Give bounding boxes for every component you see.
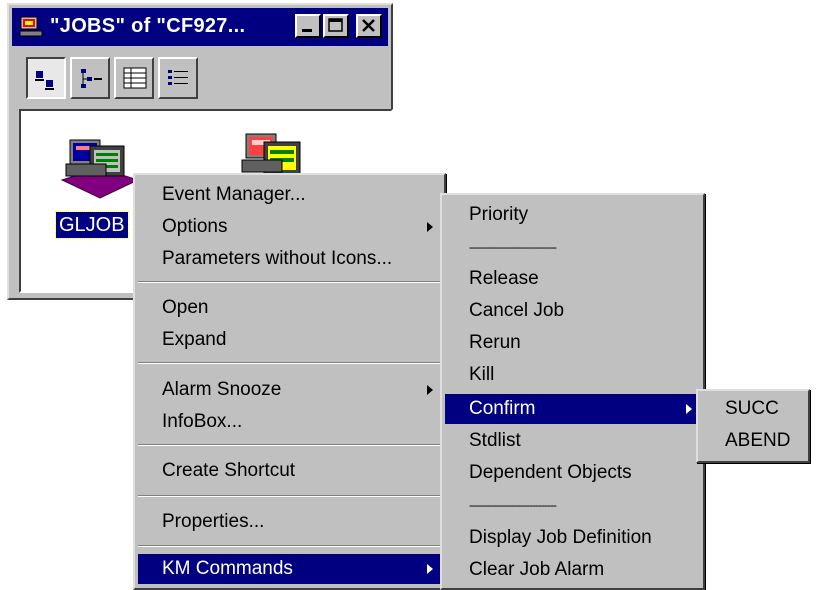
menu-item-label: Dependent Objects <box>469 462 632 483</box>
menu-item-label: SUCC <box>725 398 779 419</box>
menu-item-stdlist[interactable]: Stdlist <box>445 426 700 456</box>
menu-item-clear-job-alarm[interactable]: Clear Job Alarm <box>445 555 700 585</box>
context-menu: Event Manager... Options Parameters with… <box>133 173 446 590</box>
menu-item-label: Event Manager... <box>162 184 306 205</box>
menu-item-succ[interactable]: SUCC <box>701 394 805 424</box>
menu-item-label: Alarm Snooze <box>162 379 282 400</box>
dash-separator: ----------------------------- <box>469 240 557 254</box>
menu-item-label: InfoBox... <box>162 411 243 432</box>
submenu-arrow-icon <box>427 222 433 232</box>
menu-item-kill[interactable]: Kill <box>445 360 700 390</box>
small-icons-view-button[interactable] <box>70 57 110 99</box>
list-view-button[interactable] <box>114 57 154 99</box>
submenu-arrow-icon <box>427 564 433 574</box>
menu-item-label: Kill <box>469 364 495 385</box>
tree-view-icon <box>81 69 102 88</box>
menu-item-expand[interactable]: Expand <box>138 325 441 355</box>
menu-item-display-job-definition[interactable]: Display Job Definition <box>445 523 700 553</box>
job-label-gljob[interactable]: GLJOB <box>55 211 129 239</box>
menu-item-label: Parameters without Icons... <box>162 248 393 269</box>
menu-item-abend[interactable]: ABEND <box>701 426 805 456</box>
dash-separator: ----------------------------- <box>469 498 557 512</box>
menu-separator <box>138 545 441 547</box>
menu-item-priority[interactable]: Priority <box>445 200 700 230</box>
menu-item-label: Confirm <box>469 398 536 419</box>
menu-item-infobox[interactable]: InfoBox... <box>138 407 441 437</box>
menu-item-label: Clear Job Alarm <box>469 559 605 580</box>
menu-item-alarm-snooze[interactable]: Alarm Snooze <box>138 375 441 405</box>
menu-item-label: Priority <box>469 204 529 225</box>
job-icon-gljob[interactable] <box>60 132 142 209</box>
confirm-submenu: SUCC ABEND <box>696 389 810 463</box>
details-view-icon <box>168 70 188 85</box>
window-title: "JOBS" of "CF927... <box>50 15 246 37</box>
submenu-arrow-icon <box>427 385 433 395</box>
close-button[interactable] <box>356 14 382 38</box>
menu-separator <box>138 444 441 446</box>
menu-item-label: ABEND <box>725 430 791 451</box>
menu-item-label: Expand <box>162 329 227 350</box>
menu-item-confirm[interactable]: Confirm <box>445 394 700 424</box>
menu-item-label: Open <box>162 297 209 318</box>
menu-separator <box>138 495 441 497</box>
large-icons-view-button[interactable] <box>26 57 66 99</box>
menu-item-dependent-objects[interactable]: Dependent Objects <box>445 458 700 488</box>
menu-item-release[interactable]: Release <box>445 264 700 294</box>
menu-item-options[interactable]: Options <box>138 212 441 242</box>
menu-item-create-shortcut[interactable]: Create Shortcut <box>138 456 441 486</box>
menu-separator <box>138 362 441 364</box>
menu-separator <box>138 281 441 283</box>
submenu-arrow-icon <box>686 404 692 414</box>
menu-item-label: Properties... <box>162 511 265 532</box>
menu-item-km-commands[interactable]: KM Commands <box>138 554 441 584</box>
maximize-button[interactable] <box>323 14 349 38</box>
menu-item-open[interactable]: Open <box>138 293 441 323</box>
menu-item-label: Display Job Definition <box>469 527 652 548</box>
menu-item-label: Stdlist <box>469 430 521 451</box>
km-commands-submenu: Priority ----------------------------- R… <box>440 193 705 590</box>
menu-item-event-manager[interactable]: Event Manager... <box>138 180 441 210</box>
menu-item-label: Create Shortcut <box>162 460 296 481</box>
title-bar[interactable]: "JOBS" of "CF927... <box>12 8 388 46</box>
menu-item-label: Cancel Job <box>469 300 565 321</box>
jobs-window-icon <box>18 15 44 39</box>
menu-item-label: Rerun <box>469 332 521 353</box>
details-view-button[interactable] <box>158 57 198 99</box>
menu-item-cancel-job[interactable]: Cancel Job <box>445 296 700 326</box>
menu-item-parameters-without-icons[interactable]: Parameters without Icons... <box>138 244 441 274</box>
menu-item-properties[interactable]: Properties... <box>138 507 441 537</box>
menu-item-label: Release <box>469 268 539 289</box>
minimize-button[interactable] <box>295 14 321 38</box>
menu-item-label: KM Commands <box>162 558 293 579</box>
menu-item-label: Options <box>162 216 228 237</box>
grid-view-icon <box>123 67 147 89</box>
menu-item-rerun[interactable]: Rerun <box>445 328 700 358</box>
large-icons-icon <box>35 71 54 90</box>
